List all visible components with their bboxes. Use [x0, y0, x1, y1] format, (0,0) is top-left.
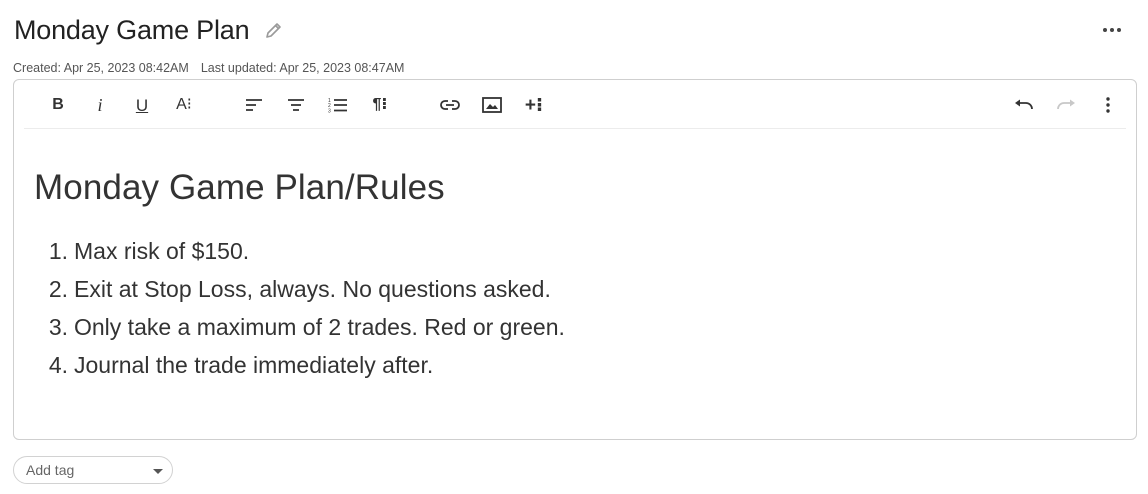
- underline-label: U: [135, 95, 149, 115]
- paragraph-button[interactable]: ¶⁝: [366, 92, 394, 118]
- text-style-label: A⁝: [176, 96, 192, 113]
- insert-button[interactable]: +⁝: [520, 92, 548, 118]
- list-item: 3. Only take a maximum of 2 trades. Red o…: [34, 308, 1116, 346]
- bold-label: B: [52, 96, 64, 113]
- page-title: Monday Game Plan: [14, 14, 250, 45]
- list-text: Journal the trade immediately after.: [74, 352, 434, 378]
- editor-content[interactable]: Monday Game Plan/Rules 1. Max risk of $15…: [34, 168, 1116, 384]
- insert-label: +⁝: [524, 94, 544, 116]
- list-text: Exit at Stop Loss, always. No questions …: [74, 276, 551, 302]
- title-row: Monday Game Plan: [14, 12, 285, 48]
- list-number: 3.: [48, 314, 68, 340]
- editor-toolbar: B i U A⁝ 123 ¶⁝ +⁝: [24, 80, 1126, 129]
- image-icon[interactable]: [478, 92, 506, 118]
- align-left-icon[interactable]: [240, 92, 268, 118]
- note-editor[interactable]: B i U A⁝ 123 ¶⁝ +⁝ Monday Game Plan/Rule…: [13, 79, 1137, 440]
- undo-icon[interactable]: [1010, 92, 1038, 118]
- underline-button[interactable]: U: [128, 92, 156, 118]
- add-tag-dropdown[interactable]: Add tag: [13, 456, 173, 484]
- created-timestamp: Created: Apr 25, 2023 08:42AM: [13, 61, 189, 75]
- updated-timestamp: Last updated: Apr 25, 2023 08:47AM: [200, 61, 405, 75]
- numbered-list-icon[interactable]: 123: [324, 92, 352, 118]
- list-item: 1. Max risk of $150.: [34, 232, 1116, 270]
- rules-list: 1. Max risk of $150. 2. Exit at Stop Loss,…: [34, 232, 1116, 384]
- pencil-icon[interactable]: [263, 19, 285, 41]
- link-icon[interactable]: [436, 92, 464, 118]
- content-heading: Monday Game Plan/Rules: [34, 168, 445, 207]
- add-tag-placeholder: Add tag: [26, 462, 75, 478]
- align-center-icon[interactable]: [282, 92, 310, 118]
- bold-button[interactable]: B: [44, 92, 72, 118]
- italic-button[interactable]: i: [86, 92, 114, 118]
- paragraph-label: ¶⁝: [372, 96, 388, 113]
- italic-label: i: [97, 95, 103, 115]
- list-item: 2. Exit at Stop Loss, always. No question…: [34, 270, 1116, 308]
- note-metadata: Created: Apr 25, 2023 08:42AM Last update…: [13, 61, 404, 75]
- svg-text:3: 3: [328, 109, 331, 114]
- list-text: Max risk of $150.: [74, 238, 250, 264]
- more-options-icon[interactable]: [1100, 19, 1124, 41]
- chevron-down-icon: [153, 469, 163, 474]
- redo-icon[interactable]: [1052, 92, 1080, 118]
- editor-more-icon[interactable]: [1094, 92, 1122, 118]
- list-number: 1.: [48, 238, 68, 264]
- list-number: 2.: [48, 276, 68, 302]
- list-item: 4. Journal the trade immediately after.: [34, 346, 1116, 384]
- list-text: Only take a maximum of 2 trades. Red or …: [74, 314, 565, 340]
- list-number: 4.: [48, 352, 68, 378]
- text-style-button[interactable]: A⁝: [170, 92, 198, 118]
